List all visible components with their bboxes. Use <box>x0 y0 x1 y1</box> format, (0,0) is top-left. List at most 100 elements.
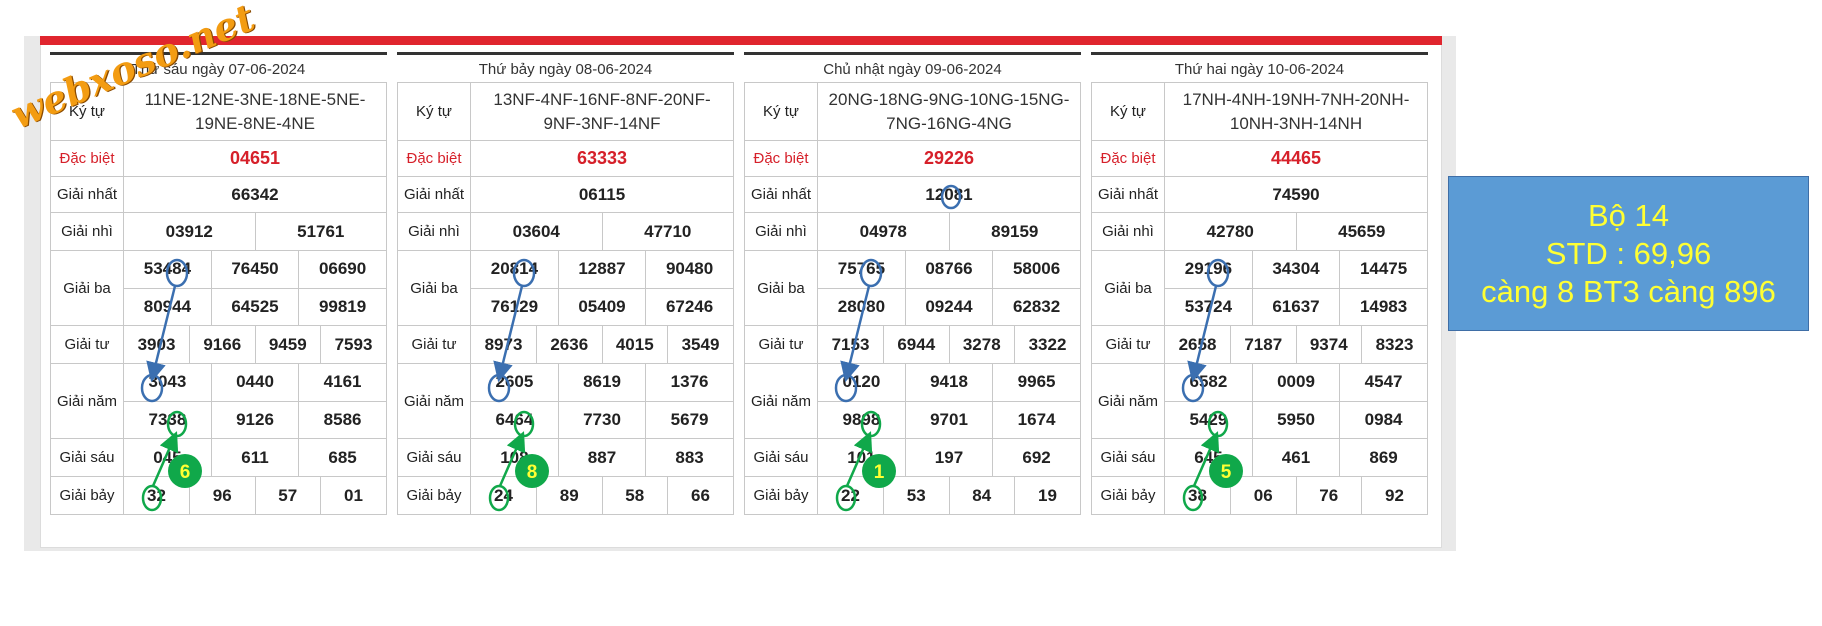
prize-number: 01 <box>320 477 386 514</box>
label-g2: Giải nhì <box>744 212 818 251</box>
prize-number: 887 <box>557 439 646 476</box>
prize-number: 869 <box>1339 439 1427 476</box>
prize-number: 1674 <box>992 400 1080 438</box>
label-g6: Giải sáu <box>50 438 124 477</box>
prize-number: 2605 <box>495 372 534 392</box>
prize-number: 9459 <box>254 326 321 363</box>
card-date-title: Chủ nhật ngày 09-06-2024 <box>744 52 1081 82</box>
prize-number: 3322 <box>1014 326 1080 363</box>
info-line-2: STD : 69,96 <box>1545 235 1712 271</box>
prize-number: 89159 <box>948 213 1080 250</box>
prize-number: 5429 <box>1165 400 1253 438</box>
label-g6: Giải sáu <box>397 438 471 477</box>
prize-number: 34304 <box>1251 251 1340 288</box>
prize-number: 76 <box>1295 477 1362 514</box>
prize-number: 7187 <box>1230 326 1296 363</box>
label-g4: Giải tư <box>744 325 818 364</box>
card-date-title: Thứ bảy ngày 08-06-2024 <box>397 52 734 82</box>
prize-number: 9166 <box>189 326 255 363</box>
label-g1: Giải nhất <box>50 176 124 213</box>
prize-number: 0120 <box>842 372 881 392</box>
prize-number: 645 <box>1194 447 1223 467</box>
prize-number: 611 <box>210 439 299 476</box>
prize-number: 7153 <box>831 334 870 354</box>
results-table: Ký tự 13NF-4NF-16NF-8NF-20NF-9NF-3NF-14N… <box>397 82 734 515</box>
label-g2: Giải nhì <box>1091 212 1165 251</box>
label-g5: Giải năm <box>397 363 471 439</box>
prize-number: 1376 <box>645 364 733 401</box>
prize-number: 4547 <box>1339 364 1427 401</box>
prize-number: 22 <box>841 485 860 505</box>
prize-number: 09244 <box>904 287 993 325</box>
prize-number: 4015 <box>601 326 668 363</box>
label-db: Đặc biệt <box>397 140 471 177</box>
prize-number: 84 <box>948 477 1015 514</box>
prize-number: 04978 <box>859 221 907 241</box>
prize-number: 06 <box>1230 477 1296 514</box>
prize-number: 62832 <box>992 287 1080 325</box>
prize-number: 7730 <box>557 400 646 438</box>
prize-number: 4161 <box>298 364 386 401</box>
label-g3: Giải ba <box>50 250 124 326</box>
prize-number: 197 <box>904 439 993 476</box>
card-date-title: Thứ hai ngày 10-06-2024 <box>1091 52 1428 82</box>
label-g7: Giải bảy <box>1091 476 1165 515</box>
prize-number: 89 <box>536 477 602 514</box>
info-line-3: càng 8 BT3 càng 896 <box>1481 273 1776 309</box>
label-g6: Giải sáu <box>744 438 818 477</box>
prize-number: 461 <box>1251 439 1340 476</box>
results-table: Ký tự 17NH-4NH-19NH-7NH-20NH-10NH-3NH-14… <box>1091 82 1428 515</box>
prize-number: 3043 <box>148 372 187 392</box>
special-prize: 29226 <box>817 140 1081 177</box>
prize-number: 883 <box>645 439 733 476</box>
prize-number: 045 <box>153 447 182 467</box>
prize-number: 0984 <box>1339 400 1427 438</box>
prize-number: 53484 <box>143 259 192 279</box>
prize-number: 5950 <box>1251 400 1340 438</box>
prize-number: 76450 <box>210 251 299 288</box>
prize-number: 90480 <box>645 251 733 288</box>
prize-number: 8586 <box>298 400 386 438</box>
label-g7: Giải bảy <box>744 476 818 515</box>
prize-number: 20814 <box>490 259 539 279</box>
label-g2: Giải nhì <box>50 212 124 251</box>
label-db: Đặc biệt <box>744 140 818 177</box>
label-g3: Giải ba <box>397 250 471 326</box>
prize-number: 2658 <box>1178 334 1217 354</box>
prize-number: 8973 <box>484 334 523 354</box>
prize-number: 96 <box>189 477 255 514</box>
prize-number: 32 <box>147 485 166 505</box>
label-g5: Giải năm <box>744 363 818 439</box>
prize-number: 685 <box>298 439 386 476</box>
label-g5: Giải năm <box>1091 363 1165 439</box>
prize-number: 80944 <box>124 287 212 325</box>
label-g1: Giải nhất <box>744 176 818 213</box>
prize-number: 66 <box>667 477 733 514</box>
special-prize: 44465 <box>1164 140 1428 177</box>
prize-number: 58006 <box>992 251 1080 288</box>
first-prize: 12081 <box>817 176 1081 213</box>
prize-number: 6464 <box>471 400 559 438</box>
prize-number: 6944 <box>883 326 949 363</box>
first-prize: 66342 <box>123 176 387 213</box>
label-g4: Giải tư <box>50 325 124 364</box>
prize-number: 61637 <box>1251 287 1340 325</box>
prize-number: 58 <box>601 477 668 514</box>
prize-number: 12887 <box>557 251 646 288</box>
prize-number: 03912 <box>165 221 213 241</box>
prize-number: 05409 <box>557 287 646 325</box>
prize-number: 38 <box>1188 485 1207 505</box>
prize-number: 53724 <box>1165 287 1253 325</box>
first-prize: 06115 <box>470 176 734 213</box>
prize-number: 42780 <box>1206 221 1254 241</box>
label-g2: Giải nhì <box>397 212 471 251</box>
label-g1: Giải nhất <box>397 176 471 213</box>
prize-number: 0009 <box>1251 364 1340 401</box>
kytu-codes: 11NE-12NE-3NE-18NE-5NE-19NE-8NE-4NE <box>123 82 387 141</box>
prize-number: 14983 <box>1339 287 1427 325</box>
results-table: Ký tự 20NG-18NG-9NG-10NG-15NG-7NG-16NG-4… <box>744 82 1081 515</box>
prize-number: 3278 <box>948 326 1015 363</box>
prize-number: 19 <box>1014 477 1080 514</box>
prize-number: 6582 <box>1189 372 1228 392</box>
prize-number: 2636 <box>536 326 602 363</box>
